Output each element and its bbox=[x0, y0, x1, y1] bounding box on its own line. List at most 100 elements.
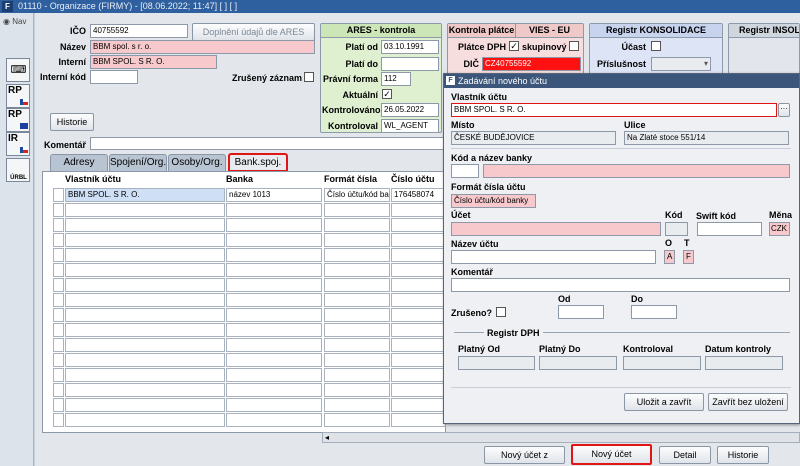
empty-grid-cell[interactable] bbox=[324, 338, 390, 352]
scroll-left-icon[interactable]: ◂ bbox=[325, 433, 329, 442]
empty-grid-cell[interactable] bbox=[65, 413, 225, 427]
empty-grid-cell[interactable] bbox=[324, 398, 390, 412]
empty-grid-cell[interactable] bbox=[324, 323, 390, 337]
empty-grid-cell[interactable] bbox=[324, 413, 390, 427]
col-header-vlastnik[interactable]: Vlastník účtu bbox=[65, 172, 121, 186]
zruseno-checkbox[interactable] bbox=[496, 307, 506, 317]
empty-grid-cell[interactable] bbox=[324, 203, 390, 217]
tab-spojeni[interactable]: Spojení/Org. bbox=[109, 154, 167, 171]
empty-grid-cell[interactable] bbox=[53, 368, 64, 382]
empty-grid-cell[interactable] bbox=[53, 248, 64, 262]
empty-grid-cell[interactable] bbox=[324, 368, 390, 382]
empty-grid-cell[interactable] bbox=[226, 353, 322, 367]
rp-cz-icon[interactable]: RP bbox=[6, 84, 30, 108]
empty-grid-cell[interactable] bbox=[324, 353, 390, 367]
empty-grid-cell[interactable] bbox=[226, 368, 322, 382]
empty-grid-cell[interactable] bbox=[226, 323, 322, 337]
skupinovy-checkbox[interactable] bbox=[569, 41, 579, 51]
tab-osoby[interactable]: Osoby/Org. bbox=[168, 154, 226, 171]
col-header-cislo[interactable]: Číslo účtu bbox=[391, 172, 435, 186]
empty-grid-cell[interactable] bbox=[65, 353, 225, 367]
empty-grid-cell[interactable] bbox=[53, 383, 64, 397]
ucet-field[interactable] bbox=[451, 222, 661, 236]
horizontal-scrollbar[interactable]: ◂ bbox=[322, 432, 800, 443]
empty-grid-cell[interactable] bbox=[53, 413, 64, 427]
empty-grid-cell[interactable] bbox=[391, 293, 446, 307]
empty-grid-cell[interactable] bbox=[391, 203, 446, 217]
nazev-field[interactable]: BBM spol. s r. o. bbox=[90, 40, 315, 54]
empty-grid-cell[interactable] bbox=[391, 368, 446, 382]
ucast-checkbox[interactable] bbox=[651, 41, 661, 51]
empty-grid-cell[interactable] bbox=[53, 293, 64, 307]
ares-aktualni-checkbox[interactable]: ✓ bbox=[382, 89, 392, 99]
empty-grid-cell[interactable] bbox=[324, 383, 390, 397]
col-header-banka[interactable]: Banka bbox=[226, 172, 253, 186]
empty-grid-cell[interactable] bbox=[65, 278, 225, 292]
o-field[interactable]: A bbox=[664, 250, 675, 264]
empty-grid-cell[interactable] bbox=[53, 203, 64, 217]
prislusnost-select[interactable]: ▾ bbox=[651, 57, 711, 71]
empty-grid-cell[interactable] bbox=[53, 323, 64, 337]
empty-grid-cell[interactable] bbox=[391, 338, 446, 352]
empty-grid-cell[interactable] bbox=[53, 278, 64, 292]
empty-grid-cell[interactable] bbox=[65, 218, 225, 232]
empty-grid-cell[interactable] bbox=[226, 293, 322, 307]
empty-grid-cell[interactable] bbox=[53, 398, 64, 412]
interni-kod-field[interactable] bbox=[90, 70, 138, 84]
tab-bank-spoj[interactable]: Bank.spoj. bbox=[228, 153, 288, 172]
empty-grid-cell[interactable] bbox=[65, 398, 225, 412]
table-row-owner[interactable]: BBM SPOL. S R. O. bbox=[65, 188, 225, 202]
swift-field[interactable] bbox=[697, 222, 762, 236]
empty-grid-cell[interactable] bbox=[65, 323, 225, 337]
komentar-dialog-field[interactable] bbox=[451, 278, 790, 292]
empty-grid-cell[interactable] bbox=[391, 413, 446, 427]
kod-field[interactable] bbox=[665, 222, 688, 236]
ares-kontroloval-field[interactable]: WL_AGENT bbox=[381, 119, 439, 133]
tab-adresy[interactable]: Adresy bbox=[50, 154, 108, 171]
empty-grid-cell[interactable] bbox=[53, 308, 64, 322]
empty-grid-cell[interactable] bbox=[324, 293, 390, 307]
empty-grid-cell[interactable] bbox=[65, 293, 225, 307]
ares-plati-do-field[interactable] bbox=[381, 57, 439, 71]
empty-grid-cell[interactable] bbox=[226, 398, 322, 412]
empty-grid-cell[interactable] bbox=[324, 233, 390, 247]
nazev-uctu-field[interactable] bbox=[451, 250, 656, 264]
platce-dph-checkbox[interactable]: ✓ bbox=[509, 41, 519, 51]
keyboard-icon[interactable]: ⌨ bbox=[6, 58, 30, 82]
historie-button-top[interactable]: Historie bbox=[50, 113, 94, 131]
detail-button[interactable]: Detail bbox=[659, 446, 711, 464]
ulozit-zavrit-button[interactable]: Uložit a zavřít bbox=[624, 393, 704, 411]
empty-grid-cell[interactable] bbox=[226, 203, 322, 217]
empty-grid-cell[interactable] bbox=[391, 218, 446, 232]
empty-grid-cell[interactable] bbox=[391, 248, 446, 262]
empty-grid-cell[interactable] bbox=[65, 338, 225, 352]
kontroloval-dph-field[interactable] bbox=[623, 356, 701, 370]
empty-grid-cell[interactable] bbox=[391, 323, 446, 337]
format-field[interactable]: Číslo účtu/kód banky bbox=[451, 194, 536, 208]
empty-grid-cell[interactable] bbox=[391, 278, 446, 292]
empty-grid-cell[interactable] bbox=[65, 248, 225, 262]
ico-field[interactable]: 40755592 bbox=[90, 24, 188, 38]
table-row-format[interactable]: Číslo účtu/kód ban bbox=[324, 188, 390, 202]
empty-grid-cell[interactable] bbox=[226, 278, 322, 292]
empty-grid-cell[interactable] bbox=[65, 368, 225, 382]
row-selector[interactable] bbox=[53, 188, 64, 202]
novy-ucet-z-registru-button[interactable]: Nový účet z registru bbox=[484, 446, 565, 464]
col-header-format[interactable]: Formát čísla bbox=[324, 172, 377, 186]
ulice-field[interactable]: Na Zlaté stoce 551/14 bbox=[624, 131, 789, 145]
empty-grid-cell[interactable] bbox=[53, 233, 64, 247]
empty-grid-cell[interactable] bbox=[324, 218, 390, 232]
empty-grid-cell[interactable] bbox=[391, 263, 446, 277]
empty-grid-cell[interactable] bbox=[65, 383, 225, 397]
empty-grid-cell[interactable] bbox=[324, 248, 390, 262]
ares-pravni-forma-field[interactable]: 112 bbox=[381, 72, 411, 86]
empty-grid-cell[interactable] bbox=[391, 308, 446, 322]
rp-eu-icon[interactable]: RP bbox=[6, 108, 30, 132]
vlastnik-field[interactable]: BBM SPOL. S R. O. bbox=[451, 103, 777, 117]
vlastnik-lookup-button[interactable]: ··· bbox=[778, 103, 790, 117]
empty-grid-cell[interactable] bbox=[65, 203, 225, 217]
doplneni-ares-button[interactable]: Doplnění údajů dle ARES bbox=[192, 23, 315, 41]
ares-kontrolovano-field[interactable]: 26.05.2022 bbox=[381, 103, 439, 117]
empty-grid-cell[interactable] bbox=[324, 308, 390, 322]
empty-grid-cell[interactable] bbox=[391, 398, 446, 412]
